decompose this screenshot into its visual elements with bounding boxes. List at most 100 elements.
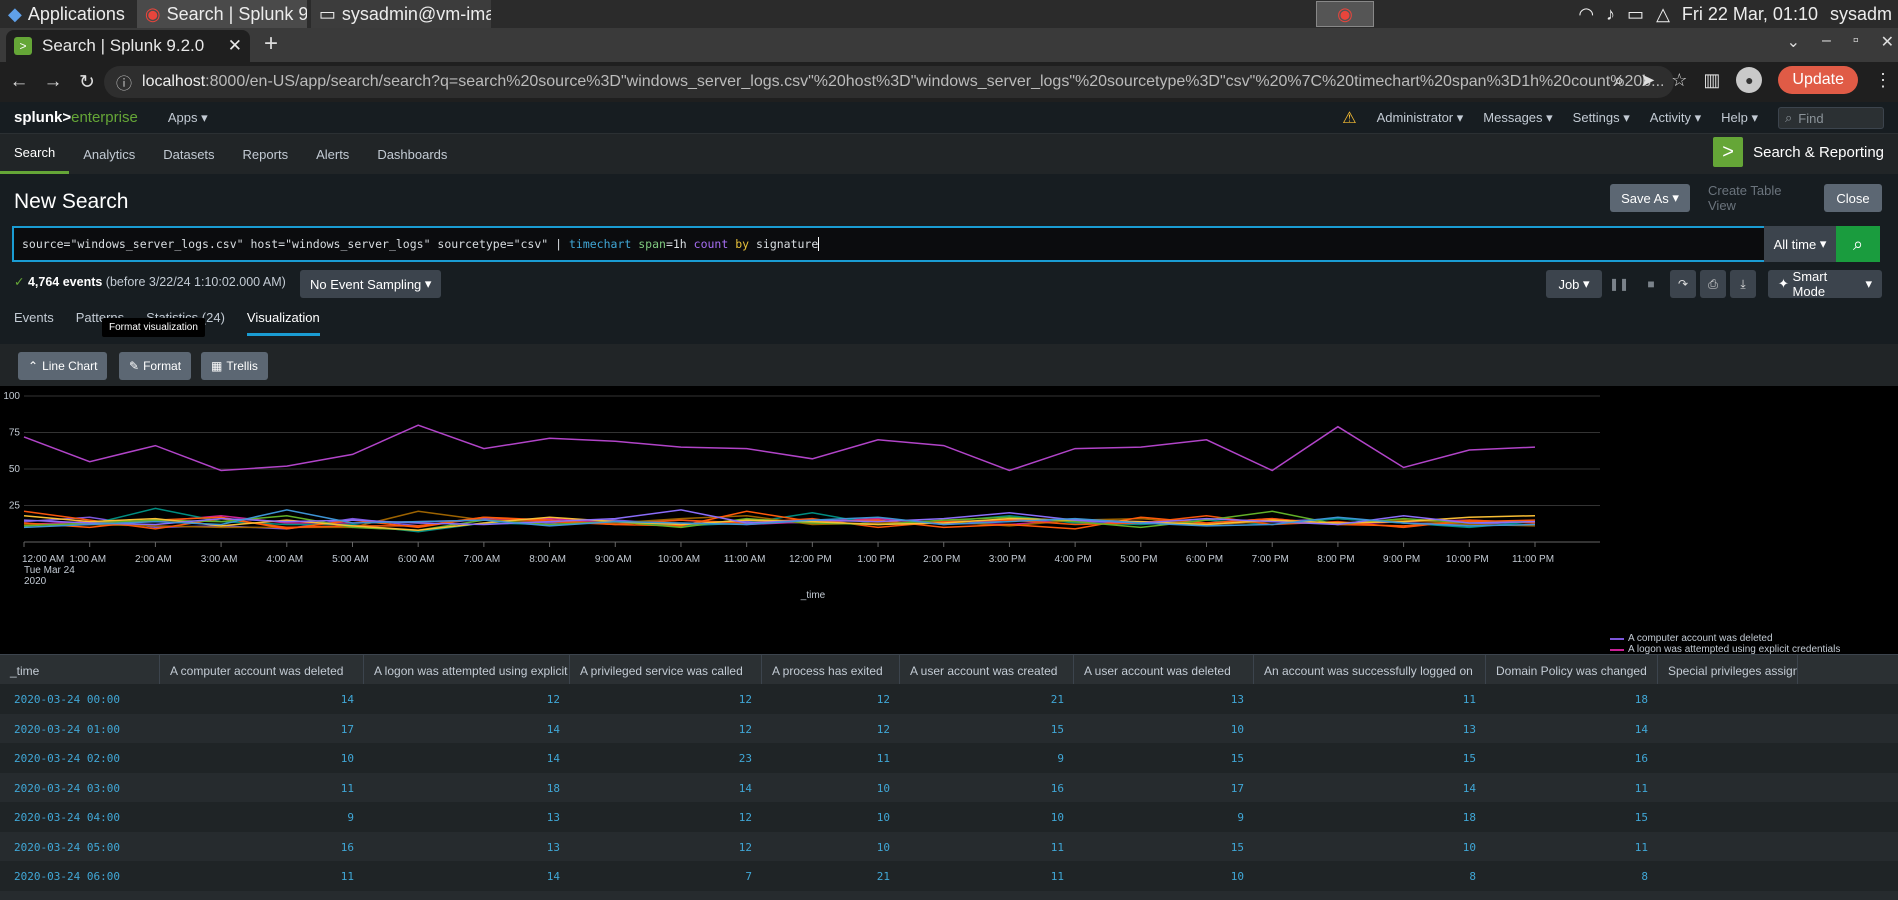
stop-icon[interactable]: ■ [1638, 270, 1664, 298]
table-cell-value[interactable]: 13 [1254, 714, 1486, 744]
table-cell-value[interactable]: 17 [160, 714, 364, 744]
back-icon[interactable]: ← [4, 71, 34, 93]
table-cell-value[interactable]: 16 [1486, 743, 1658, 773]
applications-menu[interactable]: ◆ Applications [0, 0, 133, 28]
pause-icon[interactable]: ❚❚ [1606, 270, 1632, 298]
apps-menu[interactable]: Apps ▾ [168, 110, 208, 126]
zoom-icon[interactable]: ⌕ [1614, 70, 1624, 91]
table-column-header[interactable]: An account was successfully logged on [1254, 655, 1486, 684]
table-cell-value[interactable]: 15 [1254, 743, 1486, 773]
restore-icon[interactable]: ▫ [1853, 32, 1859, 52]
table-cell-value[interactable]: 18 [1254, 802, 1486, 832]
table-column-header[interactable]: Domain Policy was changed [1486, 655, 1658, 684]
warning-icon[interactable]: ⚠ [1342, 108, 1356, 128]
table-cell-value[interactable]: 11 [1486, 773, 1658, 803]
bell-icon[interactable]: △ [1656, 4, 1670, 25]
close-window-icon[interactable]: ✕ [1881, 32, 1894, 52]
search-submit-button[interactable]: ⌕ [1836, 226, 1880, 262]
table-column-header[interactable]: A user account was created [900, 655, 1074, 684]
table-cell-value[interactable]: 11 [160, 861, 364, 891]
browser-tab[interactable]: > Search | Splunk 9.2.0 ✕ [6, 30, 250, 62]
table-cell-time[interactable]: 2020-03-24 05:00 [0, 832, 160, 862]
url-field[interactable]: ⓘ localhost:8000/en-US/app/search/search… [104, 66, 1674, 98]
tab-visualization[interactable]: Visualization [246, 310, 320, 336]
table-cell-value[interactable]: 11 [762, 743, 900, 773]
table-cell-value[interactable]: 12 [762, 714, 900, 744]
table-cell-value[interactable]: 15 [1074, 832, 1254, 862]
format-button[interactable]: ✎ Format [119, 352, 192, 380]
update-button[interactable]: Update [1778, 66, 1858, 94]
table-cell-value[interactable]: 13 [1074, 684, 1254, 714]
table-cell-value[interactable]: 14 [364, 861, 570, 891]
table-column-header[interactable]: _time [0, 655, 160, 684]
create-table-view-button[interactable]: Create Table View [1698, 183, 1808, 213]
table-cell-value[interactable]: 12 [762, 684, 900, 714]
table-cell-value[interactable]: 18 [1486, 684, 1658, 714]
table-cell-value[interactable]: 17 [1074, 891, 1254, 900]
battery-icon[interactable]: ▭ [1627, 4, 1644, 25]
table-cell-value[interactable]: 14 [1254, 773, 1486, 803]
trellis-button[interactable]: ▦ Trellis [201, 352, 268, 380]
table-cell-value[interactable]: 11 [160, 773, 364, 803]
find-input[interactable]: ⌕ Find [1778, 107, 1884, 129]
user-menu[interactable]: sysadm [1830, 4, 1892, 25]
nav-reports[interactable]: Reports [229, 134, 303, 174]
table-cell-value[interactable]: 10 [762, 773, 900, 803]
browser-menu-icon[interactable]: ⋮ [1874, 70, 1892, 91]
table-column-header[interactable]: A logon was attempted using explicit cre… [364, 655, 570, 684]
table-cell-value[interactable]: 12 [570, 802, 762, 832]
table-cell-time[interactable]: 2020-03-24 06:00 [0, 861, 160, 891]
nav-alerts[interactable]: Alerts [302, 134, 363, 174]
table-cell-value[interactable]: 15 [1074, 743, 1254, 773]
taskbar-chrome[interactable]: ◉ Search | Splunk 9.2... [136, 0, 307, 28]
job-dropdown[interactable]: Job ▾ [1546, 270, 1602, 298]
tab-search-icon[interactable]: ⌄ [1787, 32, 1800, 52]
bookmark-star-icon[interactable]: ☆ [1671, 70, 1687, 91]
table-column-header[interactable]: A privileged service was called [570, 655, 762, 684]
table-cell-value[interactable]: 13 [570, 891, 762, 900]
tab-events[interactable]: Events [14, 310, 54, 336]
menu-activity[interactable]: Activity ▾ [1650, 110, 1701, 126]
wifi-icon[interactable]: ◠ [1578, 4, 1594, 25]
share-icon[interactable]: ↷ [1670, 270, 1696, 298]
table-cell-value[interactable]: 14 [364, 743, 570, 773]
save-as-button[interactable]: Save As ▾ [1610, 184, 1690, 212]
table-cell-value[interactable]: 13 [364, 832, 570, 862]
send-icon[interactable]: ➤ [1640, 70, 1655, 91]
menu-help[interactable]: Help ▾ [1721, 110, 1758, 126]
table-cell-value[interactable]: 16 [160, 891, 364, 900]
table-cell-value[interactable]: 23 [570, 743, 762, 773]
print-icon[interactable]: ⎙ [1700, 270, 1726, 298]
table-column-header[interactable]: A computer account was deleted [160, 655, 364, 684]
table-cell-value[interactable]: 10 [762, 802, 900, 832]
table-cell-value[interactable]: 8 [1254, 861, 1486, 891]
table-cell-time[interactable]: 2020-03-24 04:00 [0, 802, 160, 832]
table-cell-value[interactable]: 12 [570, 684, 762, 714]
nav-dashboards[interactable]: Dashboards [363, 134, 461, 174]
table-cell-value[interactable]: 10 [900, 802, 1074, 832]
chrome-tray-icon[interactable]: ◉ [1316, 1, 1374, 27]
taskbar-terminal[interactable]: ▭ sysadmin@vm-ima... [310, 0, 491, 28]
reload-icon[interactable]: ↻ [72, 71, 102, 94]
table-cell-value[interactable]: 10 [1074, 861, 1254, 891]
table-cell-value[interactable]: 10 [1254, 832, 1486, 862]
forward-icon[interactable]: → [38, 71, 68, 93]
menu-settings[interactable]: Settings ▾ [1573, 110, 1630, 126]
table-cell-value[interactable]: 11 [1486, 832, 1658, 862]
table-cell-value[interactable]: 11 [900, 832, 1074, 862]
menu-messages[interactable]: Messages ▾ [1483, 110, 1552, 126]
clock[interactable]: Fri 22 Mar, 01:10 [1682, 4, 1818, 25]
table-column-header[interactable]: A user account was deleted [1074, 655, 1254, 684]
table-column-header[interactable]: A process has exited [762, 655, 900, 684]
line-chart-button[interactable]: ⌃ Line Chart [18, 352, 108, 380]
table-cell-value[interactable]: 10 [160, 743, 364, 773]
table-cell-time[interactable]: 2020-03-24 07:00 [0, 891, 160, 900]
event-sampling-dropdown[interactable]: No Event Sampling ▾ [300, 270, 442, 298]
table-column-header[interactable]: Special privileges assign [1658, 655, 1798, 684]
table-cell-value[interactable]: 9 [900, 743, 1074, 773]
table-cell-value[interactable]: 21 [900, 684, 1074, 714]
table-cell-value[interactable]: 15 [900, 714, 1074, 744]
table-cell-time[interactable]: 2020-03-24 00:00 [0, 684, 160, 714]
nav-datasets[interactable]: Datasets [149, 134, 228, 174]
table-cell-value[interactable]: 17 [1074, 773, 1254, 803]
